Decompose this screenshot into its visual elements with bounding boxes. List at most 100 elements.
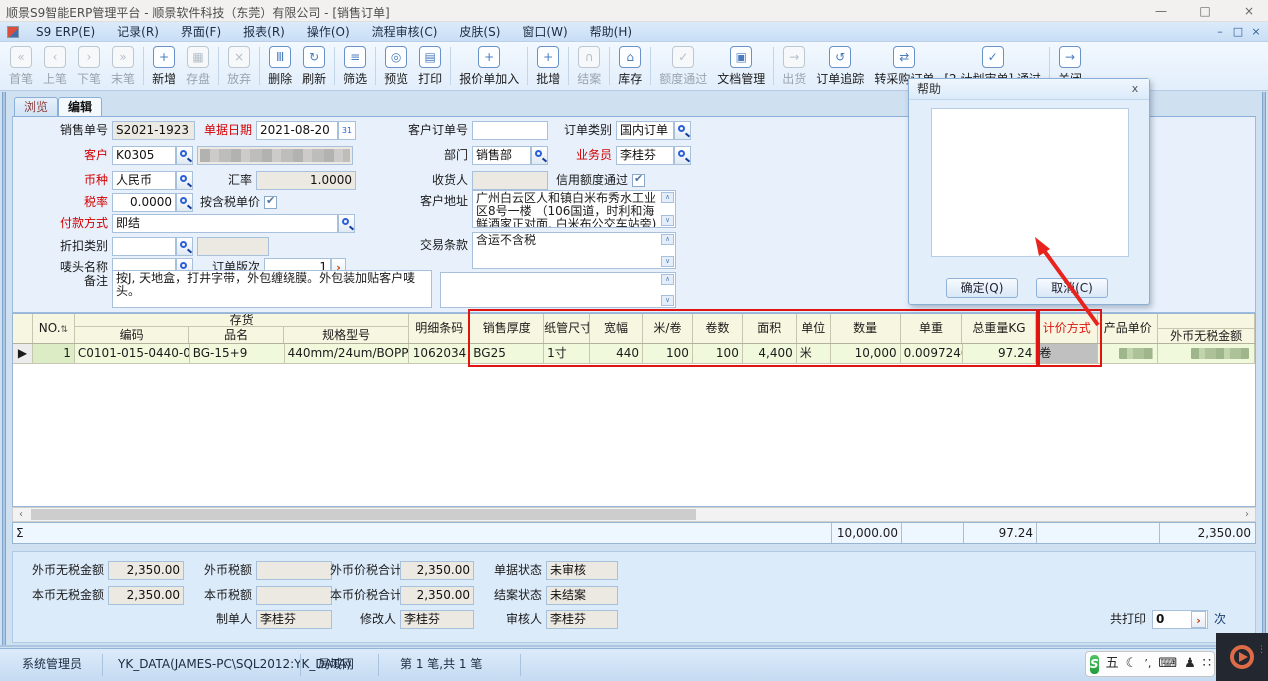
col-header-no[interactable]: NO.⇅ (33, 314, 75, 343)
help-dialog-title[interactable]: 帮助 (909, 79, 1149, 100)
discount-cat-lookup-icon[interactable] (176, 237, 193, 256)
toolbar-prev: ‹上笔 (38, 44, 72, 89)
sum-qty: 10,000.00 (831, 523, 901, 543)
cell-name[interactable]: BG-15+9 (190, 344, 285, 364)
toolbar-order-track[interactable]: ↺订单追踪 (811, 44, 869, 89)
menu-operation[interactable]: 操作(O) (296, 22, 361, 42)
currency-lookup-icon[interactable] (176, 171, 193, 190)
cell-code[interactable]: C0101-015-0440-09 (75, 344, 190, 364)
salesman-lookup-icon[interactable] (674, 146, 691, 165)
col-header-barcode[interactable]: 明细条码 (409, 314, 470, 343)
scroll-left-icon[interactable]: ‹ (14, 508, 28, 521)
cell-no[interactable]: 1 (33, 344, 75, 364)
dialog-close-icon[interactable]: x (1127, 81, 1143, 97)
col-header-fc-amount[interactable]: 外币无税金额 (1158, 314, 1255, 343)
extra-textarea[interactable]: ∧ ∨ (440, 272, 676, 308)
remark-textarea[interactable]: 按J, 天地盒，打井字带，外包缠绕膜。外包装加贴客户唛头。 (112, 270, 432, 308)
sogou-logo-icon[interactable]: S (1090, 655, 1099, 674)
cell-fc-amount-redacted[interactable] (1158, 344, 1255, 364)
mdi-minimize-icon[interactable]: – (1212, 25, 1228, 38)
scroll-up-icon[interactable]: ∧ (661, 192, 674, 203)
customer-lookup-icon[interactable] (176, 146, 193, 165)
dept-lookup-icon[interactable] (531, 146, 548, 165)
payment-field[interactable]: 即结 (112, 214, 338, 233)
recorder-app-icon[interactable]: ⋮ (1216, 633, 1268, 681)
calendar-icon[interactable]: 31 (338, 121, 356, 140)
mdi-close-icon[interactable]: × (1248, 25, 1264, 38)
dept-field[interactable]: 销售部 (472, 146, 531, 165)
toolbar-refresh[interactable]: ↻刷新 (297, 44, 331, 89)
close-icon[interactable]: × (1234, 2, 1264, 20)
toolbar-print[interactable]: ▤打印 (413, 44, 447, 89)
salesman-field[interactable]: 李桂芬 (616, 146, 674, 165)
col-header-name[interactable]: 品名 (189, 327, 284, 343)
menu-report[interactable]: 报表(R) (232, 22, 296, 42)
order-type-field[interactable]: 国内订单 (616, 121, 674, 140)
col-header-code[interactable]: 编码 (75, 327, 189, 343)
credit-pass-checkbox[interactable]: ✔ (632, 174, 645, 187)
tax-rate-field[interactable]: 0.0000 (112, 193, 176, 212)
tab-browse[interactable]: 浏览 (14, 97, 58, 117)
scroll-down-icon[interactable]: ∨ (661, 215, 674, 226)
currency-field[interactable]: 人民币 (112, 171, 176, 190)
toolbar-batch-add[interactable]: +批增 (531, 44, 565, 89)
toolbar-inventory[interactable]: ⌂库存 (613, 44, 647, 89)
grid-hscrollbar[interactable]: ‹ › (12, 507, 1256, 522)
tax-included-checkbox[interactable]: ✔ (264, 196, 277, 209)
menu-skin[interactable]: 皮肤(S) (448, 22, 511, 42)
punctuation-icon[interactable]: ’, (1144, 652, 1151, 676)
customer-addr-textarea[interactable]: 广州白云区人和镇白米布秀水工业区8号一楼 （106国道，时利和海鲜酒家正对面, … (472, 190, 676, 228)
payment-label: 付款方式 (15, 214, 108, 233)
maximize-icon[interactable]: □ (1190, 2, 1220, 20)
col-header-spec[interactable]: 规格型号 (284, 327, 408, 343)
menu-workflow[interactable]: 流程审核(C) (361, 22, 449, 42)
doc-date-field[interactable]: 2021-08-20 (256, 121, 338, 140)
menu-window[interactable]: 窗口(W) (511, 22, 578, 42)
scroll-right-icon[interactable]: › (1240, 508, 1254, 521)
tax-rate-label: 税率 (15, 193, 108, 212)
toolbar-doc-mgmt[interactable]: ▣文档管理 (712, 44, 770, 89)
customer-field[interactable]: K0305 (112, 146, 176, 165)
tab-edit[interactable]: 编辑 (58, 97, 102, 117)
toolbar-filter[interactable]: ≡筛选 (338, 44, 372, 89)
customer-po-field[interactable] (472, 121, 548, 140)
lc-tax-label: 本币税额 (186, 586, 252, 605)
cell-unit-price-redacted[interactable] (1098, 344, 1158, 364)
keyboard-icon[interactable]: ⌨ (1158, 652, 1177, 676)
scroll-down-icon[interactable]: ∨ (661, 256, 674, 267)
tax-rate-lookup-icon[interactable] (176, 193, 193, 212)
cell-barcode[interactable]: 1062034 (409, 344, 470, 364)
discount-cat-label: 折扣类别 (15, 237, 108, 256)
trade-terms-textarea[interactable]: 含运不含税 ∧ ∨ (472, 232, 676, 269)
menu-help[interactable]: 帮助(H) (579, 22, 643, 42)
grid-menu-icon[interactable]: ∷ (1203, 652, 1211, 676)
toolbar-separator (143, 47, 144, 85)
discount-cat-field[interactable] (112, 237, 176, 256)
toolbar-add-quote[interactable]: +报价单加入 (454, 44, 524, 89)
menu-interface[interactable]: 界面(F) (170, 22, 232, 42)
menu-s9erp[interactable]: S9 ERP(E) (25, 22, 106, 42)
wubi-mode-icon[interactable]: 五 (1106, 652, 1119, 676)
scrollbar-thumb[interactable] (31, 509, 696, 520)
minimize-icon[interactable]: — (1146, 2, 1176, 20)
order-type-lookup-icon[interactable] (674, 121, 691, 140)
scroll-up-icon[interactable]: ∧ (661, 274, 674, 285)
person-icon[interactable]: ♟ (1184, 652, 1196, 676)
close-status-label: 结案状态 (486, 586, 542, 605)
toolbar-delete[interactable]: Ⅲ删除 (263, 44, 297, 89)
payment-lookup-icon[interactable] (338, 214, 355, 233)
cell-spec[interactable]: 440mm/24um/BOPP预涂... (285, 344, 410, 364)
col-group-stock[interactable]: 存货 编码 品名 规格型号 (75, 314, 409, 343)
scroll-up-icon[interactable]: ∧ (661, 234, 674, 245)
menu-record[interactable]: 记录(R) (106, 22, 170, 42)
mdi-restore-icon[interactable]: □ (1230, 25, 1246, 38)
toolbar-label: 末笔 (111, 70, 135, 87)
scroll-down-icon[interactable]: ∨ (661, 295, 674, 306)
status-separator (102, 654, 103, 676)
print-count-spinner-icon[interactable]: › (1191, 611, 1206, 628)
toolbar-add[interactable]: +新增 (147, 44, 181, 89)
moon-icon[interactable]: ☾ (1126, 652, 1138, 676)
toolbar-preview[interactable]: ◎预览 (379, 44, 413, 89)
customer-name-field-redacted (197, 146, 353, 165)
discount-cat-name-field (197, 237, 269, 256)
